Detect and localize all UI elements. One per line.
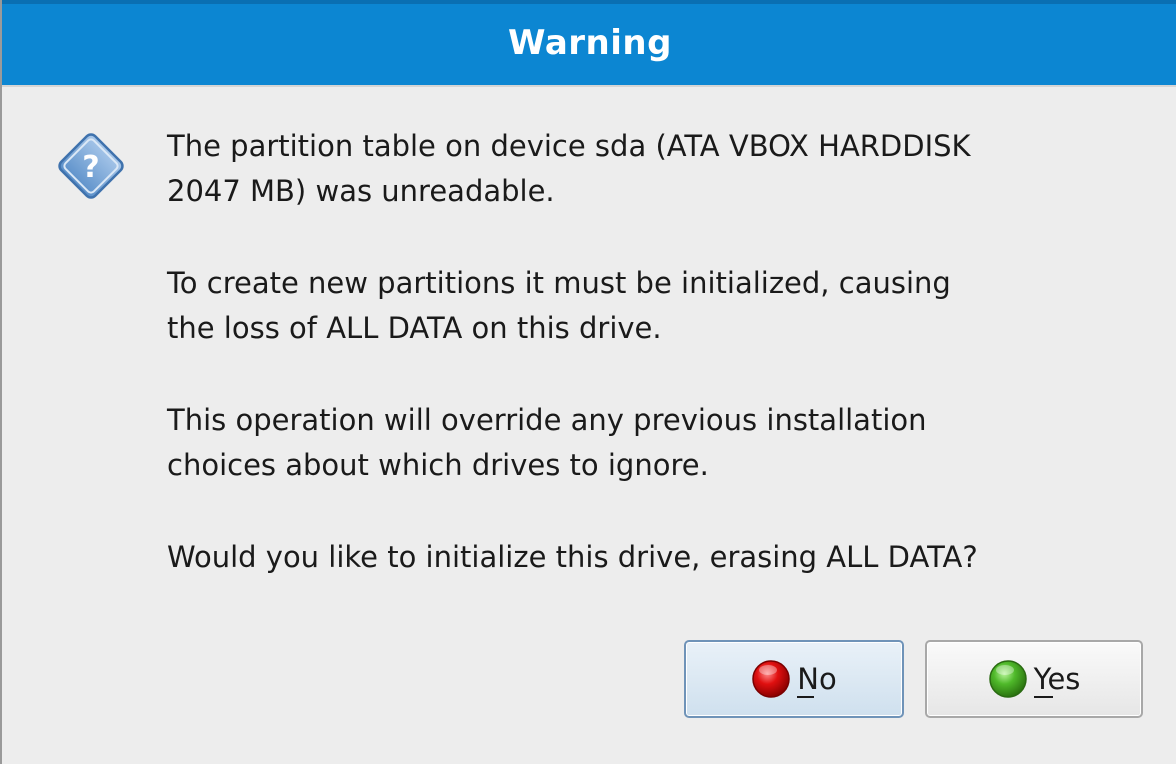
warning-dialog: Warning ? The partition table on device … bbox=[0, 0, 1176, 764]
dialog-title-bar: Warning bbox=[2, 0, 1176, 85]
red-circle-icon bbox=[752, 660, 791, 698]
message-paragraph: This operation will override any previou… bbox=[167, 403, 927, 482]
title-divider bbox=[2, 85, 1176, 87]
message-paragraph: The partition table on device sda (ATA V… bbox=[167, 129, 971, 208]
no-button-label: No bbox=[797, 662, 837, 698]
dialog-message: The partition table on device sda (ATA V… bbox=[167, 124, 1167, 627]
question-icon: ? bbox=[58, 133, 124, 199]
yes-button[interactable]: Yes bbox=[925, 640, 1143, 718]
dialog-title: Warning bbox=[508, 23, 672, 63]
yes-button-label: Yes bbox=[1033, 662, 1081, 698]
green-circle-icon bbox=[988, 660, 1027, 698]
message-paragraph: To create new partitions it must be init… bbox=[167, 266, 951, 345]
message-question: Would you like to initialize this drive,… bbox=[167, 540, 978, 574]
no-button[interactable]: No bbox=[684, 640, 904, 718]
svg-text:?: ? bbox=[82, 150, 99, 185]
